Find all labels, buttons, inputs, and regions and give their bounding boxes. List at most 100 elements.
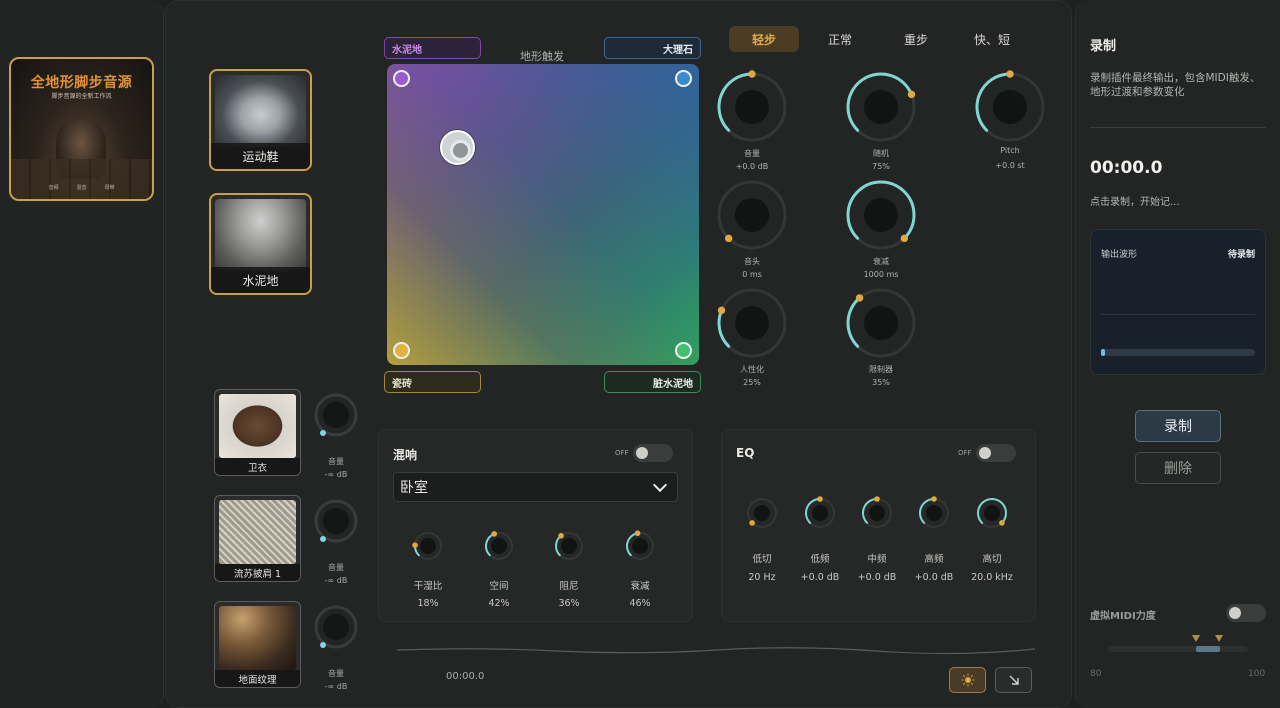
eq-band-value: +0.0 dB (857, 572, 897, 583)
knob-indicator (558, 532, 564, 539)
corner-dot-top-left[interactable] (393, 70, 410, 87)
knob-value: +0.0 dB (735, 162, 769, 171)
tab-normal[interactable]: 正常 (805, 26, 875, 52)
reverb-param-label: 空间 (489, 581, 509, 592)
knob-value: 1000 ms (863, 270, 899, 279)
knob[interactable] (857, 493, 897, 533)
knob-label: 随机 (873, 149, 889, 158)
concrete-image (215, 199, 306, 271)
pad-gradient (387, 64, 699, 365)
layer-label: 流苏披肩 1 (215, 564, 300, 581)
knob-value-arc (717, 308, 731, 348)
knob[interactable] (842, 284, 920, 362)
output-waveform-box: 输出波形 待录制 (1090, 229, 1266, 375)
knob-label: 人性化 (740, 365, 764, 374)
eq-toggle[interactable] (976, 444, 1016, 462)
layer-card-hoodie[interactable]: 卫衣 (214, 389, 301, 476)
velocity-min-handle-icon[interactable] (1192, 635, 1200, 642)
recorder-time: 00:00.0 (1090, 158, 1163, 178)
eq-band-value: 20.0 kHz (971, 572, 1013, 583)
terrain-xy-pad[interactable] (387, 64, 699, 365)
knob[interactable] (713, 284, 791, 362)
reverb-param-value: 46% (629, 598, 651, 609)
delete-button[interactable]: 删除 (1135, 452, 1221, 484)
knob-value: 35% (872, 378, 890, 387)
knob[interactable] (713, 68, 791, 146)
reverb-param-value: 36% (558, 598, 580, 609)
export-button[interactable] (995, 667, 1032, 693)
preset-subtitle: 脚步音源的全新工作流 (51, 93, 112, 100)
preset-footer-item: 音频 (48, 185, 59, 191)
knob[interactable] (971, 68, 1049, 146)
knob-indicator (412, 542, 418, 548)
layer-volume-knob[interactable] (313, 604, 359, 650)
xy-pad-puck[interactable] (440, 130, 475, 165)
preset-card[interactable]: 全地形脚步音源 脚步音源的全新工作流 音频 混音 母带 (9, 57, 154, 201)
reverb-toggle[interactable] (633, 444, 673, 462)
divider (1090, 127, 1266, 128)
knob[interactable] (972, 493, 1012, 533)
corner-dot-top-right[interactable] (675, 70, 692, 87)
eq-band-label: 低切 (752, 554, 772, 565)
knob[interactable] (742, 493, 782, 533)
preset-footer-item: 母带 (104, 185, 115, 191)
knob[interactable] (550, 527, 588, 565)
knob-indicator (817, 496, 823, 502)
knob[interactable] (800, 493, 840, 533)
layer-volume-value: -∞ dB (324, 682, 348, 691)
material-card-concrete[interactable]: 水泥地 (209, 193, 312, 295)
arrow-down-right-icon (1009, 675, 1019, 685)
knob[interactable] (842, 68, 920, 146)
velocity-max-handle-icon[interactable] (1215, 635, 1223, 642)
layer-volume-knob[interactable] (313, 498, 359, 544)
tab-heavy-step[interactable]: 重步 (881, 26, 951, 52)
velocity-range-fill (1196, 646, 1220, 652)
reverb-param-label: 阻尼 (559, 581, 579, 592)
reverb-room-select[interactable]: 卧室 (393, 472, 678, 502)
eq-band-label: 低频 (810, 554, 830, 565)
tab-fast-short[interactable]: 快、短 (957, 26, 1027, 52)
hoodie-image (219, 394, 296, 458)
velocity-min-label: 80 (1090, 669, 1102, 679)
reverb-room-value: 卧室 (400, 480, 428, 496)
eq-title: EQ (736, 446, 755, 460)
corner-dot-bottom-left[interactable] (393, 342, 410, 359)
reverb-param-label: 衰减 (630, 581, 650, 592)
preset-title: 全地形脚步音源 (30, 75, 133, 91)
knob-indicator (748, 70, 756, 78)
recorder-description: 录制插件最终输出，包含MIDI触发、地形过渡和参数变化 (1090, 72, 1261, 98)
knob-indicator (749, 520, 755, 526)
record-button[interactable]: 录制 (1135, 410, 1221, 442)
knob-value: 0 ms (742, 270, 762, 279)
eq-band-value: +0.0 dB (800, 572, 840, 583)
knob[interactable] (409, 527, 447, 565)
transport-time: 00:00.0 (446, 671, 485, 682)
knob[interactable] (480, 527, 518, 565)
knob-indicator (1006, 70, 1014, 78)
sun-button[interactable] (949, 667, 986, 693)
knob-indicator (724, 234, 733, 243)
velocity-toggle[interactable] (1226, 604, 1266, 622)
knob-label: 衰减 (873, 257, 889, 266)
eq-band-label: 中频 (867, 554, 887, 565)
sun-icon (961, 673, 974, 687)
knob[interactable] (713, 176, 791, 254)
knob-indicator (900, 234, 909, 243)
knob[interactable] (621, 527, 659, 565)
pad-title: 地形触发 (520, 50, 564, 63)
corner-dot-bottom-right[interactable] (675, 342, 692, 359)
corner-tag-top-right[interactable]: 大理石 (604, 37, 701, 59)
material-card-sneaker[interactable]: 运动鞋 (209, 69, 312, 171)
corner-tag-top-left[interactable]: 水泥地 (384, 37, 481, 59)
corner-tag-bottom-right[interactable]: 脏水泥地 (604, 371, 701, 393)
knob[interactable] (842, 176, 920, 254)
velocity-range-slider[interactable] (1108, 646, 1248, 652)
corner-tag-bottom-left[interactable]: 瓷砖 (384, 371, 481, 393)
layer-volume-knob[interactable] (313, 392, 359, 438)
layer-card-shawl[interactable]: 流苏披肩 1 (214, 495, 301, 582)
knob[interactable] (914, 493, 954, 533)
waveform-title: 输出波形 (1101, 250, 1138, 260)
layer-card-floor-texture[interactable]: 地面纹理 (214, 601, 301, 688)
floor-illustration (11, 159, 152, 199)
tab-light-step[interactable]: 轻步 (729, 26, 799, 52)
